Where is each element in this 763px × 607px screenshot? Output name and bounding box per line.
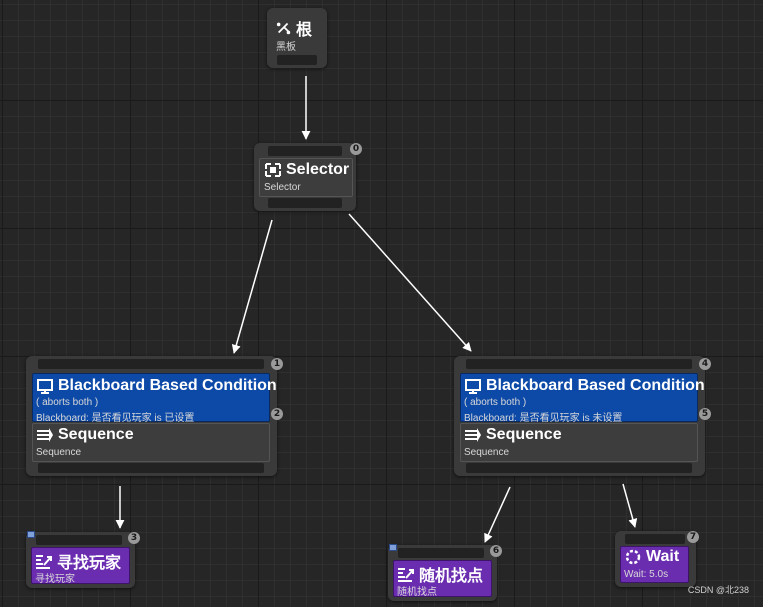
right-sequence-node[interactable]: 4 5 Blackboard Based Condition ( aborts … <box>454 356 711 476</box>
output-pin[interactable] <box>466 463 692 473</box>
root-node[interactable]: 根 黑板 <box>267 8 327 68</box>
left-sequence-node[interactable]: 1 2 Blackboard Based Condition ( aborts … <box>26 356 283 476</box>
sequence-icon <box>465 428 481 442</box>
graph-wires <box>115 76 638 543</box>
sequence-composite[interactable]: Sequence Sequence <box>460 423 698 462</box>
sequence-title: Sequence <box>58 426 134 443</box>
task-node-random-point[interactable]: 6 随机找点 随机找点 <box>388 544 502 601</box>
decorator-index-badge: 5 <box>699 408 711 420</box>
selector-node[interactable]: 0 Selector Selector <box>254 143 362 211</box>
decorator-detail: Blackboard: 是否看见玩家 is 已设置 <box>36 413 195 424</box>
move-to-icon <box>36 555 52 569</box>
execution-index-badge: 1 <box>271 358 283 370</box>
selector-body: Selector Selector <box>259 158 353 197</box>
decorator-aborts: ( aborts both ) <box>464 397 527 408</box>
execution-index-badge: 3 <box>128 532 140 544</box>
sequence-title: Sequence <box>486 426 562 443</box>
sequence-icon <box>37 428 53 442</box>
sequence-subtitle: Sequence <box>36 447 82 458</box>
blackboard-condition-decorator[interactable]: Blackboard Based Condition ( aborts both… <box>460 373 705 424</box>
decorator-title: Blackboard Based Condition <box>486 377 705 394</box>
execution-index-badge: 7 <box>687 531 699 543</box>
wire-selector-left <box>231 219 273 354</box>
move-to-icon <box>398 568 414 582</box>
wait-icon <box>625 549 641 565</box>
sequence-subtitle: Sequence <box>464 447 510 458</box>
selector-title: Selector <box>286 161 350 178</box>
blackboard-icon <box>37 379 53 394</box>
task-body: 寻找玩家 寻找玩家 <box>31 547 130 585</box>
output-pin[interactable] <box>277 55 317 65</box>
branch-icon <box>276 22 291 35</box>
input-pin[interactable] <box>466 359 692 369</box>
breakpoint-marker <box>389 544 397 551</box>
root-title: 根 <box>296 22 313 39</box>
root-subtitle: 黑板 <box>276 42 296 53</box>
decorator-index-badge: 2 <box>271 408 283 420</box>
task-body: Wait Wait: 5.0s <box>620 546 689 583</box>
task-body: 随机找点 随机找点 <box>393 560 492 598</box>
input-pin[interactable] <box>398 548 484 558</box>
watermark: CSDN @北238 <box>687 585 749 595</box>
wire-selector-right <box>348 213 472 352</box>
blackboard-icon <box>465 379 481 394</box>
selector-icon <box>265 163 281 177</box>
output-pin[interactable] <box>268 198 342 208</box>
wire-right-task-a <box>484 486 511 543</box>
decorator-detail: Blackboard: 是否看见玩家 is 未设置 <box>464 413 623 424</box>
selector-subtitle: Selector <box>264 182 301 193</box>
decorator-aborts: ( aborts both ) <box>36 397 99 408</box>
wire-right-task-b <box>622 483 638 528</box>
sequence-composite[interactable]: Sequence Sequence <box>32 423 270 462</box>
task-node-find-player[interactable]: 3 寻找玩家 寻找玩家 <box>26 531 140 588</box>
task-title: Wait <box>646 548 680 565</box>
execution-index-badge: 6 <box>490 545 502 557</box>
input-pin[interactable] <box>38 359 264 369</box>
blackboard-condition-decorator[interactable]: Blackboard Based Condition ( aborts both… <box>32 373 277 424</box>
execution-index-badge: 0 <box>350 143 362 155</box>
output-pin[interactable] <box>38 463 264 473</box>
task-node-wait[interactable]: 7 Wait Wait: 5.0s <box>615 531 699 587</box>
task-subtitle: Wait: 5.0s <box>624 569 669 580</box>
task-subtitle: 寻找玩家 <box>35 574 75 585</box>
breakpoint-marker <box>27 531 35 538</box>
input-pin[interactable] <box>625 534 685 544</box>
input-pin[interactable] <box>268 146 342 156</box>
decorator-title: Blackboard Based Condition <box>58 377 277 394</box>
input-pin[interactable] <box>36 535 122 545</box>
task-subtitle: 随机找点 <box>397 587 437 598</box>
execution-index-badge: 4 <box>699 358 711 370</box>
